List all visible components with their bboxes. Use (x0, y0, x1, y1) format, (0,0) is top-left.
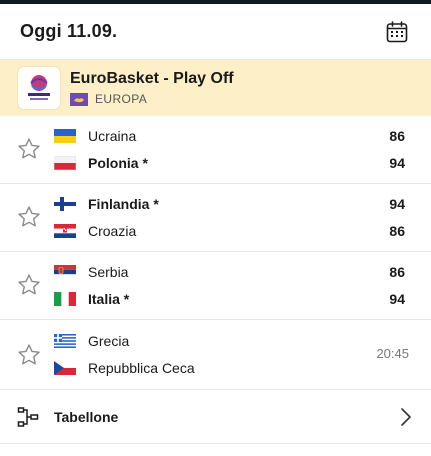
ukraine-flag-icon (54, 129, 76, 143)
date-header: Oggi 11.09. (0, 4, 431, 60)
away-team-name: Polonia * (88, 155, 148, 171)
serbia-flag-icon (54, 265, 76, 279)
date-title: Oggi 11.09. (20, 21, 118, 41)
croatia-flag-icon (54, 224, 76, 238)
home-team-name: Finlandia * (88, 196, 159, 212)
home-team: Finlandia * (54, 194, 159, 214)
bracket-link[interactable]: Tabellone (0, 390, 431, 444)
bracket-label: Tabellone (54, 408, 119, 425)
czech-flag-icon (54, 361, 76, 375)
match-time: 20:45 (376, 346, 409, 361)
bracket-icon (17, 406, 39, 427)
match-row[interactable]: Finlandia * 94 Croazia 86 (0, 184, 431, 252)
star-icon[interactable] (16, 342, 42, 368)
home-score: 86 (389, 128, 405, 144)
away-score: 86 (389, 223, 405, 239)
match-row[interactable]: Grecia Repubblica Ceca 20:45 (0, 320, 431, 390)
match-row[interactable]: Serbia 86 Italia * 94 (0, 252, 431, 320)
home-team: Grecia (54, 331, 129, 351)
away-team-name: Croazia (88, 223, 137, 239)
calendar-icon[interactable] (385, 20, 409, 44)
competition-region: EUROPA (95, 92, 148, 106)
competition-title: EuroBasket - Play Off (70, 70, 234, 87)
europe-flag-icon (70, 93, 88, 106)
home-team-name: Ucraina (88, 128, 137, 144)
home-score: 86 (389, 264, 405, 280)
away-score: 94 (389, 155, 405, 171)
greece-flag-icon (54, 334, 76, 348)
home-team-name: Grecia (88, 333, 130, 349)
away-team-name: Repubblica Ceca (88, 360, 195, 376)
competition-header[interactable]: EuroBasket - Play Off EUROPA (0, 60, 431, 116)
away-team: Italia * (54, 289, 129, 309)
star-icon[interactable] (16, 204, 42, 230)
home-team: Serbia (54, 262, 128, 282)
chevron-right-icon[interactable] (399, 407, 413, 427)
away-score: 94 (389, 291, 405, 307)
away-team: Croazia (54, 221, 136, 241)
away-team-name: Italia * (88, 291, 130, 307)
home-team: Ucraina (54, 126, 136, 146)
star-icon[interactable] (16, 272, 42, 298)
away-team: Repubblica Ceca (54, 358, 195, 378)
match-row[interactable]: Ucraina 86 Polonia * 94 (0, 116, 431, 184)
eurobasket-logo-icon (18, 67, 60, 109)
star-icon[interactable] (16, 136, 42, 162)
poland-flag-icon (54, 156, 76, 170)
away-team: Polonia * (54, 153, 148, 173)
home-score: 94 (389, 196, 405, 212)
italy-flag-icon (54, 292, 76, 306)
home-team-name: Serbia (88, 264, 129, 280)
finland-flag-icon (54, 197, 76, 211)
